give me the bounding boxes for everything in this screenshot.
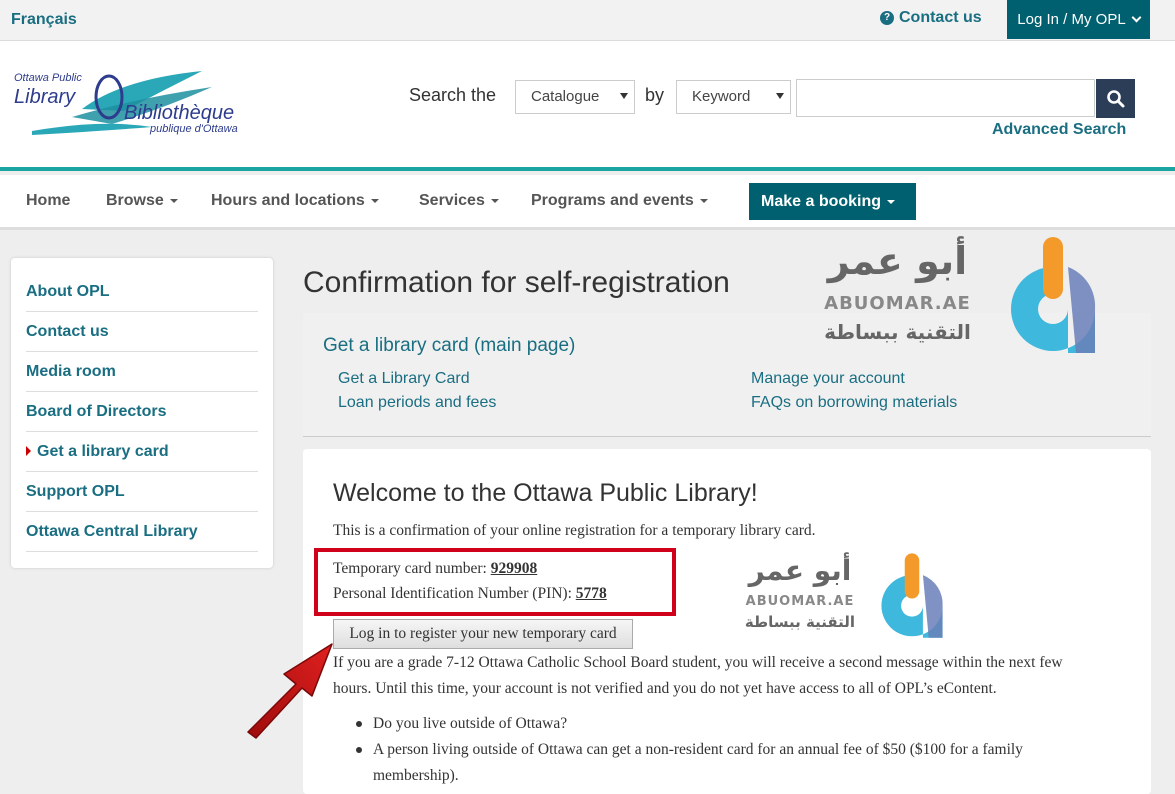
nav-hours-label: Hours and locations [211, 192, 365, 209]
sidebar-item-media-room[interactable]: Media room [26, 352, 258, 392]
dropdown-arrow-icon [620, 93, 628, 99]
opl-logo[interactable]: Ottawa Public Library Bibliothèque publi… [12, 69, 287, 141]
logo-text-bibliotheque: Bibliothèque [124, 102, 234, 124]
watermark-arabic-tagline: التقنية ببساطة [744, 613, 856, 631]
watermark-latin: ABUOMAR.AE [745, 594, 855, 609]
card-number-value: 929908 [490, 560, 538, 577]
sidebar-item-label: About OPL [26, 283, 110, 300]
sidebar-item-board-of-directors[interactable]: Board of Directors [26, 392, 258, 432]
sidebar-item-get-library-card[interactable]: Get a library card [26, 432, 258, 472]
library-card-main-link[interactable]: Get a library card (main page) [323, 335, 575, 357]
contact-us-label: Contact us [899, 9, 982, 26]
login-label: Log In / My OPL [1017, 11, 1126, 28]
caret-down-icon [699, 198, 708, 203]
sidebar-item-label: Media room [26, 363, 116, 380]
login-my-opl-button[interactable]: Log In / My OPL [1007, 0, 1150, 39]
nav-programs-label: Programs and events [531, 192, 694, 209]
nav-home[interactable]: Home [26, 192, 70, 210]
caret-down-icon [169, 198, 178, 203]
search-icon [1106, 89, 1124, 107]
annotation-arrow-icon [247, 643, 333, 739]
by-label: by [645, 85, 665, 105]
main-navigation: Home Browse Hours and locations Services… [0, 175, 1175, 230]
chevron-down-icon [1131, 12, 1142, 23]
login-register-card-button[interactable]: Log in to register your new temporary ca… [333, 619, 633, 649]
nav-services[interactable]: Services [419, 192, 499, 210]
search-the-label: Search the [409, 85, 497, 105]
nav-programs-events[interactable]: Programs and events [531, 192, 708, 210]
subnav-link-loan-periods[interactable]: Loan periods and fees [338, 394, 496, 412]
sidebar-item-about-opl[interactable]: About OPL [26, 272, 258, 312]
subnav-link-manage-account[interactable]: Manage your account [751, 370, 905, 388]
caret-down-icon [370, 198, 379, 203]
temporary-card-number-row: Temporary card number: 929908 [333, 560, 537, 578]
sidebar-item-support-opl[interactable]: Support OPL [26, 472, 258, 512]
abuomar-watermark-large: أبو عمر ABUOMAR.AE التقنية ببساطة [820, 237, 1110, 357]
advanced-search-link[interactable]: Advanced Search [992, 121, 1126, 139]
active-marker-icon [26, 445, 31, 456]
non-resident-list: Do you live outside of Ottawa? A person … [356, 711, 1093, 789]
language-toggle-link[interactable]: Français [11, 11, 77, 29]
nav-browse-label: Browse [106, 192, 164, 209]
sidebar-item-label: Board of Directors [26, 403, 167, 420]
ocsb-student-notice: If you are a grade 7-12 Ottawa Catholic … [333, 654, 1063, 697]
caret-down-icon [887, 199, 896, 204]
top-utility-bar: Français ? Contact us Log In / My OPL [0, 0, 1175, 41]
pin-label: Personal Identification Number (PIN): [333, 585, 576, 602]
welcome-heading: Welcome to the Ottawa Public Library! [333, 479, 758, 507]
subnav-link-faqs[interactable]: FAQs on borrowing materials [751, 394, 957, 412]
list-item: Do you live outside of Ottawa? [356, 711, 1093, 737]
power-logo-icon [1011, 237, 1096, 353]
sidebar-menu: About OPL Contact us Media room Board of… [11, 258, 273, 568]
nav-hours-locations[interactable]: Hours and locations [211, 192, 379, 210]
watermark-arabic-tagline: التقنية ببساطة [824, 320, 971, 344]
abuomar-watermark-small: أبو عمر ABUOMAR.AE التقنية ببساطة [740, 553, 955, 641]
list-item: A person living outside of Ottawa can ge… [356, 737, 1093, 789]
dropdown-arrow-icon [776, 93, 784, 99]
card-number-label: Temporary card number: [333, 560, 491, 577]
search-by-select[interactable]: Keyword [676, 80, 791, 114]
logo-text-publique: publique d'Ottawa [149, 123, 238, 135]
contact-us-link[interactable]: ? Contact us [880, 9, 982, 27]
sidebar-item-label: Ottawa Central Library [26, 523, 198, 540]
make-a-booking-button[interactable]: Make a booking [749, 183, 916, 220]
subnav-link-get-card[interactable]: Get a Library Card [338, 370, 470, 388]
confirmation-card: Welcome to the Ottawa Public Library! Th… [303, 449, 1151, 794]
power-logo-icon [881, 553, 943, 638]
question-circle-icon: ? [880, 11, 894, 25]
booking-label: Make a booking [761, 193, 882, 210]
pin-value: 5778 [575, 585, 607, 602]
sidebar-item-label: Contact us [26, 323, 109, 340]
search-scope-value: Catalogue [531, 88, 600, 105]
search-by-value: Keyword [692, 88, 751, 105]
confirmation-text: This is a confirmation of your online re… [333, 522, 816, 539]
caret-down-icon [490, 198, 499, 203]
nav-browse[interactable]: Browse [106, 192, 178, 210]
search-input[interactable] [796, 79, 1095, 117]
sidebar-item-contact-us[interactable]: Contact us [26, 312, 258, 352]
watermark-arabic-title: أبو عمر [748, 554, 852, 587]
sidebar-item-ottawa-central-library[interactable]: Ottawa Central Library [26, 512, 258, 552]
search-scope-select[interactable]: Catalogue [515, 80, 635, 114]
pin-row: Personal Identification Number (PIN): 57… [333, 585, 607, 603]
nav-services-label: Services [419, 192, 485, 209]
page-title: Confirmation for self-registration [303, 266, 730, 299]
sidebar-item-label: Support OPL [26, 483, 125, 500]
highlight-box [314, 548, 676, 616]
logo-text-library: Library [14, 86, 76, 108]
nav-home-label: Home [26, 192, 71, 209]
watermark-arabic-title: أبو عمر [827, 239, 968, 283]
watermark-latin: ABUOMAR.AE [824, 293, 971, 314]
search-button[interactable] [1096, 79, 1135, 118]
logo-text-ottawa-public: Ottawa Public [14, 72, 82, 84]
site-header: Ottawa Public Library Bibliothèque publi… [0, 41, 1175, 171]
sidebar-item-label: Get a library card [37, 443, 169, 460]
